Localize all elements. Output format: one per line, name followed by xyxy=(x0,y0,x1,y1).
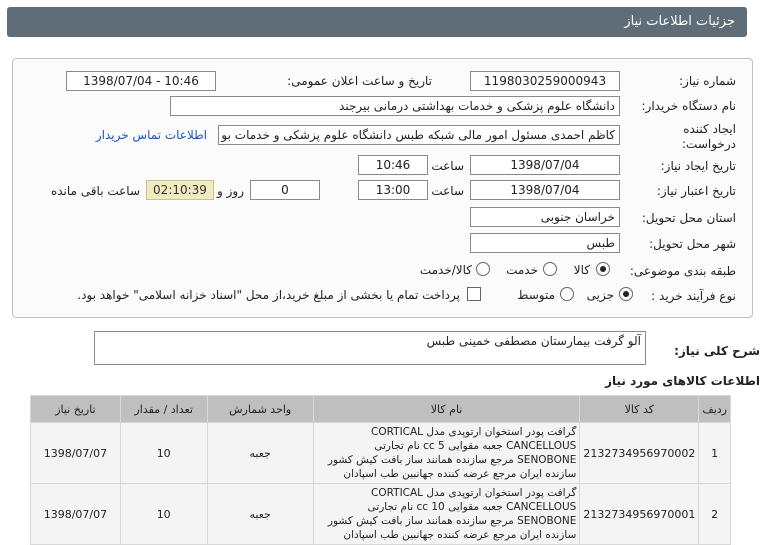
process-option-minor: جزیی xyxy=(586,288,614,302)
page-title: جزئیات اطلاعات نیاز xyxy=(624,14,735,29)
table-row: 1 2132734956970002 گرافت پودر استخوان ار… xyxy=(30,422,731,484)
created-date-field: 1398/07/04 xyxy=(470,155,620,175)
created-date-label: تاریخ ایجاد نیاز: xyxy=(660,159,736,173)
creator-field: کاظم احمدی مسئول امور مالی شبکه طبس دانش… xyxy=(218,125,620,145)
cell-unit: جعبه xyxy=(206,422,314,484)
col-qty: تعداد / مقدار xyxy=(119,395,208,423)
cell-code: 2132734956970002 xyxy=(579,422,700,484)
buyer-field: دانشگاه علوم پزشکی و خدمات بهداشتی درمان… xyxy=(170,96,620,116)
category-option-goods: کالا xyxy=(573,263,590,277)
city-field: طبس xyxy=(470,233,620,253)
days-and-label: روز و xyxy=(217,184,244,198)
process-radio-medium[interactable] xyxy=(560,287,574,301)
page-header: جزئیات اطلاعات نیاز xyxy=(7,7,747,37)
announce-field: 1398/07/04 - 10:46 xyxy=(66,71,216,91)
cell-name: گرافت پودر استخوان ارتوپدی مدل CORTICAL … xyxy=(312,483,581,545)
cell-name: گرافت پودر استخوان ارتوپدی مدل CORTICAL … xyxy=(312,422,581,484)
valid-time-field: 13:00 xyxy=(358,180,428,200)
col-unit: واحد شمارش xyxy=(206,395,314,423)
province-field: خراسان جنوبی xyxy=(470,207,620,227)
valid-date-field: 1398/07/04 xyxy=(470,180,620,200)
description-field: آلو گرفت بیمارستان مصطفی خمینی طبس xyxy=(94,331,646,365)
items-table: ردیف کد کالا نام کالا واحد شمارش تعداد /… xyxy=(30,395,731,545)
cell-row: 1 xyxy=(698,422,731,484)
creator-label-line2: درخواست: xyxy=(682,137,736,151)
cell-qty: 10 xyxy=(119,422,208,484)
created-time-label: ساعت xyxy=(431,159,464,173)
category-option-service: خدمت xyxy=(506,263,538,277)
process-label: نوع فرآیند خرید : xyxy=(651,289,736,303)
category-radio-service[interactable] xyxy=(543,262,557,276)
col-row: ردیف xyxy=(698,395,731,423)
process-radio-minor[interactable] xyxy=(619,287,633,301)
remaining-days-field: 0 xyxy=(250,180,320,200)
treasury-payment-checkbox[interactable] xyxy=(467,287,481,301)
remaining-label: ساعت باقی مانده xyxy=(50,184,140,198)
process-option-medium: متوسط xyxy=(517,288,555,302)
category-radio-goods-service[interactable] xyxy=(476,262,490,276)
col-name: نام کالا xyxy=(312,395,581,423)
col-date: تاریخ نیاز xyxy=(30,395,121,423)
need-number-field: 1198030259000943 xyxy=(470,71,620,91)
category-radio-goods[interactable] xyxy=(596,262,610,276)
cell-row: 2 xyxy=(698,483,731,545)
valid-time-label: ساعت xyxy=(431,184,464,198)
cell-date: 1398/07/07 xyxy=(30,422,121,484)
description-label: شرح کلی نیاز: xyxy=(674,344,760,358)
cell-unit: جعبه xyxy=(206,483,314,545)
cell-qty: 10 xyxy=(119,483,208,545)
countdown-timer: 02:10:39 xyxy=(146,180,214,200)
announce-label: تاریخ و ساعت اعلان عمومی: xyxy=(287,74,432,88)
cell-code: 2132734956970001 xyxy=(579,483,700,545)
items-section-title: اطلاعات کالاهای مورد نیاز xyxy=(605,374,760,388)
province-label: استان محل تحویل: xyxy=(641,211,736,225)
creator-label-line1: ایجاد کننده xyxy=(683,122,736,136)
category-label: طبقه بندی موضوعی: xyxy=(629,264,736,278)
treasury-payment-note: پرداخت تمام یا بخشی از مبلغ خرید،از محل … xyxy=(77,288,460,302)
created-time-field: 10:46 xyxy=(358,155,428,175)
items-table-header: ردیف کد کالا نام کالا واحد شمارش تعداد /… xyxy=(30,395,731,423)
category-option-goods-service: کالا/خدمت xyxy=(419,263,472,277)
table-row: 2 2132734956970001 گرافت پودر استخوان ار… xyxy=(30,483,731,545)
contact-buyer-link[interactable]: اطلاعات تماس خریدار xyxy=(96,128,207,142)
col-code: کد کالا xyxy=(579,395,700,423)
city-label: شهر محل تحویل: xyxy=(649,237,736,251)
buyer-label: نام دستگاه خریدار: xyxy=(641,99,737,113)
valid-date-label: تاریخ اعتبار نیاز: xyxy=(656,184,736,198)
cell-date: 1398/07/07 xyxy=(30,483,121,545)
need-number-label: شماره نیاز: xyxy=(679,74,736,88)
